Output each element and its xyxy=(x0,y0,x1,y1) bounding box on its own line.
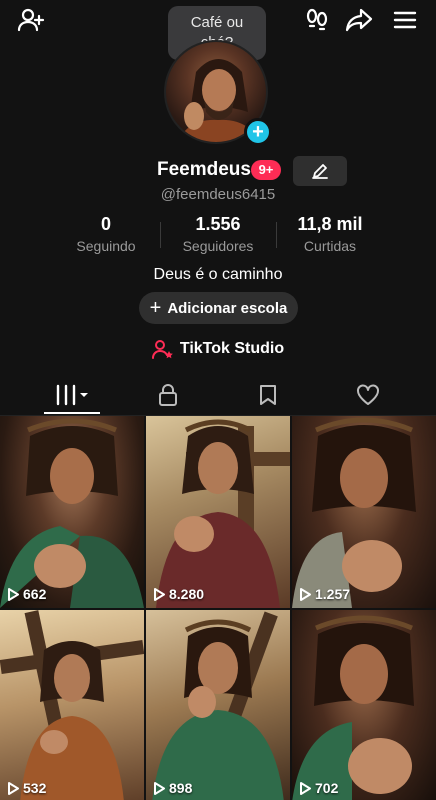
profile-bio: Deus é o caminho xyxy=(153,266,283,283)
video-thumbnail[interactable]: 662 xyxy=(0,416,144,608)
view-count-text: 1.257 xyxy=(315,586,351,602)
view-count: 8.280 xyxy=(153,586,204,602)
tab-private[interactable] xyxy=(148,382,188,408)
view-count-text: 898 xyxy=(169,780,193,796)
plus-icon: + xyxy=(149,297,162,319)
tab-liked[interactable] xyxy=(348,382,388,408)
profile-avatar[interactable]: + xyxy=(164,40,272,148)
add-school-label: Adicionar escola xyxy=(167,299,288,317)
view-count-text: 702 xyxy=(315,780,339,796)
stat-divider xyxy=(276,222,277,248)
name-row: Feemdeus 9+ xyxy=(0,156,436,186)
stat-value: 11,8 mil xyxy=(297,214,363,234)
notification-badge[interactable]: 9+ xyxy=(251,160,281,180)
active-tab-indicator xyxy=(44,412,100,414)
share-icon[interactable] xyxy=(344,6,374,34)
username: Feemdeus xyxy=(157,159,251,180)
footprints-icon[interactable] xyxy=(302,6,332,34)
grid-icon xyxy=(56,384,88,406)
video-thumbnail[interactable]: 532 xyxy=(0,610,144,800)
add-friend-icon[interactable] xyxy=(16,6,46,34)
bookmark-icon xyxy=(260,385,276,405)
view-count: 1.257 xyxy=(299,586,350,602)
stat-label: Seguidores xyxy=(182,238,254,254)
stat-likes[interactable]: 11,8 mil Curtidas xyxy=(288,214,372,254)
pencil-icon xyxy=(312,164,328,179)
stat-value: 0 xyxy=(100,214,111,234)
view-count-text: 532 xyxy=(23,780,47,796)
view-count: 702 xyxy=(299,780,338,796)
top-bar: Café ou chá? xyxy=(0,0,436,60)
add-school-button[interactable]: + Adicionar escola xyxy=(139,292,298,324)
video-thumbnail[interactable]: 702 xyxy=(292,610,436,800)
stat-value: 1.556 xyxy=(195,214,241,234)
play-icon xyxy=(8,781,19,795)
profile-tabs xyxy=(0,372,436,416)
view-count: 532 xyxy=(7,780,46,796)
tiktok-studio-link[interactable]: TikTok Studio xyxy=(0,338,436,360)
stat-label: Curtidas xyxy=(303,238,357,254)
add-avatar-button[interactable]: + xyxy=(244,118,272,146)
studio-person-icon xyxy=(151,340,173,359)
stat-divider xyxy=(160,222,161,248)
menu-icon[interactable] xyxy=(390,6,420,34)
video-thumbnail[interactable]: 898 xyxy=(146,610,290,800)
video-grid: 662 8.280 1.257 532 898 702 xyxy=(0,416,436,800)
stats-row: 0 Seguindo 1.556 Seguidores 11,8 mil Cur… xyxy=(0,214,436,258)
studio-label: TikTok Studio xyxy=(179,340,285,357)
view-count-text: 8.280 xyxy=(169,586,205,602)
user-handle: @feemdeus6415 xyxy=(160,186,276,203)
stat-followers[interactable]: 1.556 Seguidores xyxy=(176,214,260,254)
play-icon xyxy=(300,587,311,601)
edit-profile-button[interactable] xyxy=(293,156,347,186)
lock-icon xyxy=(159,384,177,406)
video-thumbnail[interactable]: 8.280 xyxy=(146,416,290,608)
tab-saved[interactable] xyxy=(248,382,288,408)
stat-label: Seguindo xyxy=(76,238,136,254)
play-icon xyxy=(154,781,165,795)
heart-icon xyxy=(357,384,379,405)
view-count-text: 662 xyxy=(23,586,47,602)
play-icon xyxy=(154,587,165,601)
view-count: 898 xyxy=(153,780,192,796)
stat-following[interactable]: 0 Seguindo xyxy=(66,214,146,254)
view-count: 662 xyxy=(7,586,46,602)
play-icon xyxy=(8,587,19,601)
play-icon xyxy=(300,781,311,795)
tab-videos[interactable] xyxy=(50,382,94,408)
video-thumbnail[interactable]: 1.257 xyxy=(292,416,436,608)
